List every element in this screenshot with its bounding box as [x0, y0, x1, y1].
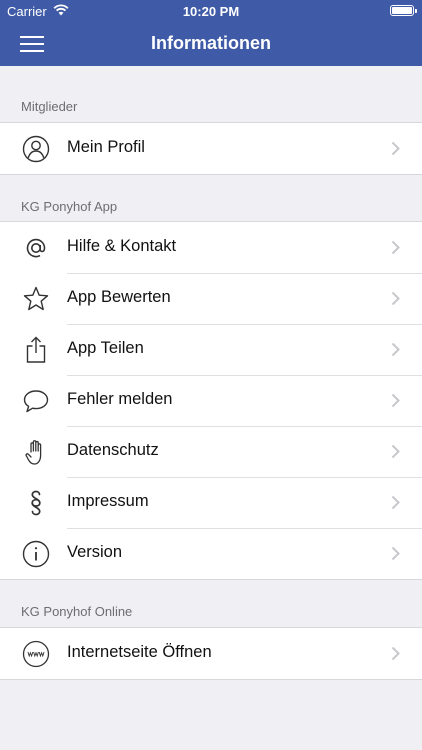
- user-profile-icon: [22, 135, 50, 163]
- speech-bubble-icon: [22, 387, 50, 415]
- list-item-label: Impressum: [67, 492, 149, 510]
- list-item-fehler-melden[interactable]: Fehler melden: [0, 375, 422, 426]
- section-group-mitglieder: Mein Profil: [0, 122, 422, 175]
- list-item-internetseite[interactable]: Internetseite Öffnen: [0, 628, 422, 679]
- list-item-label: Mein Profil: [67, 138, 145, 156]
- chevron-right-icon: [391, 393, 400, 408]
- info-icon: [22, 540, 50, 568]
- list-item-version[interactable]: Version: [0, 528, 422, 579]
- list-item-label: Hilfe & Kontakt: [67, 237, 177, 255]
- list-item-impressum[interactable]: Impressum: [0, 477, 422, 528]
- chevron-right-icon: [391, 646, 400, 661]
- section-header-online: KG Ponyhof Online: [21, 604, 133, 619]
- at-sign-icon: [22, 234, 50, 262]
- chevron-right-icon: [391, 342, 400, 357]
- chevron-right-icon: [391, 240, 400, 255]
- list-item-mein-profil[interactable]: Mein Profil: [0, 123, 422, 174]
- section-header-mitglieder: Mitglieder: [21, 99, 78, 114]
- navigation-bar: Carrier 10:20 PM Informationen: [0, 0, 422, 66]
- list-item-label: App Teilen: [67, 339, 144, 357]
- share-icon: [22, 336, 50, 364]
- list-item-label: Version: [67, 543, 123, 561]
- list-item-label: App Bewerten: [67, 288, 171, 306]
- chevron-right-icon: [391, 495, 400, 510]
- hamburger-menu-icon[interactable]: [20, 34, 44, 52]
- battery-icon: [390, 5, 417, 16]
- star-icon: [22, 285, 50, 313]
- section-group-app: Hilfe & Kontakt App Bewerten App Teilen: [0, 221, 422, 580]
- status-bar: Carrier 10:20 PM: [0, 0, 422, 22]
- chevron-right-icon: [391, 546, 400, 561]
- section-group-online: Internetseite Öffnen: [0, 627, 422, 680]
- page-title: Informationen: [151, 33, 271, 53]
- chevron-right-icon: [391, 141, 400, 156]
- list-item-label: Internetseite Öffnen: [67, 643, 212, 661]
- hand-icon: [22, 438, 50, 466]
- chevron-right-icon: [391, 291, 400, 306]
- section-header-app: KG Ponyhof App: [21, 199, 118, 214]
- list-item-label: Fehler melden: [67, 390, 173, 408]
- section-sign-icon: [22, 489, 50, 517]
- status-time: 10:20 PM: [182, 4, 240, 19]
- list-item-hilfe-kontakt[interactable]: Hilfe & Kontakt: [0, 222, 422, 273]
- list-item-app-bewerten[interactable]: App Bewerten: [0, 273, 422, 324]
- www-icon: [22, 640, 50, 668]
- list-item-label: Datenschutz: [67, 441, 159, 459]
- chevron-right-icon: [391, 444, 400, 459]
- list-item-app-teilen[interactable]: App Teilen: [0, 324, 422, 375]
- list-item-datenschutz[interactable]: Datenschutz: [0, 426, 422, 477]
